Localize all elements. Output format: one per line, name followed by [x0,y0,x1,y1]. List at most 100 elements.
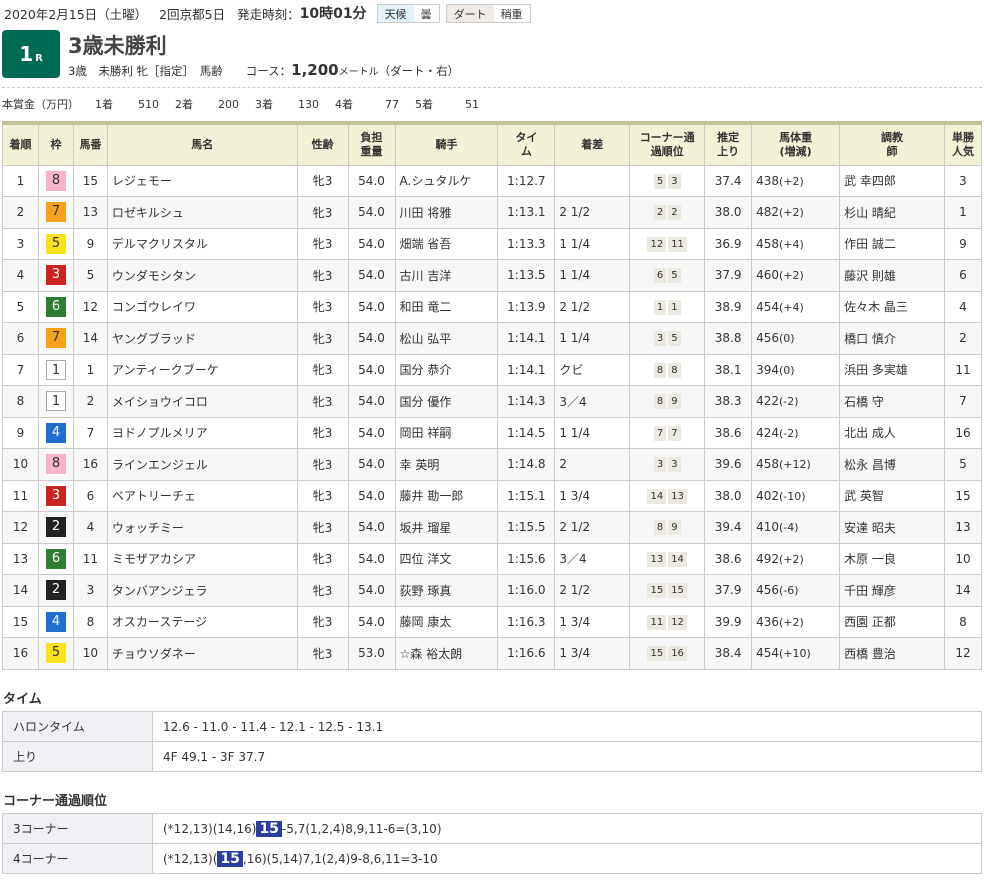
trainer[interactable]: 西園 正都 [839,605,945,638]
prize-label: 本賞金（万円） [2,98,79,111]
weight: 492 [756,551,780,566]
horse-name[interactable]: メイショウイコロ [106,385,298,418]
trainer[interactable]: 千田 輝彦 [839,574,945,607]
result-row[interactable]: 15 4 8 オスカーステージ 牝3 54.0 藤岡 康太 1:16.3 1 3… [2,605,983,638]
corner-4: 3 [668,173,681,189]
jockey[interactable]: 川田 将雅 [394,196,499,229]
jockey[interactable]: 幸 英明 [394,448,499,481]
horse-name[interactable]: オスカーステージ [106,605,298,638]
result-row[interactable]: 10 8 16 ラインエンジェル 牝3 54.0 幸 英明 1:14.8 2 3… [2,448,983,481]
race-time: 1:14.8 [497,448,556,481]
horse-name[interactable]: ベアトリーチェ [106,479,298,512]
result-row[interactable]: 1 8 15 レジェモー 牝3 54.0 A.シュタルケ 1:12.7 53 3… [2,164,983,197]
horse-name[interactable]: ロゼキルシュ [106,196,298,229]
trainer[interactable]: 北出 成人 [839,416,945,449]
margin: 2 1/2 [554,290,631,323]
frame-number: 6 [45,296,66,317]
weight: 460 [756,268,780,283]
jockey[interactable]: 藤井 勘一郎 [394,479,499,512]
result-row[interactable]: 7 1 1 アンティークブーケ 牝3 54.0 国分 恭介 1:14.1 クビ … [2,353,983,386]
horse-name[interactable]: タンバアンジェラ [106,574,298,607]
trainer[interactable]: 作田 誠二 [839,227,945,260]
trainer[interactable]: 木原 一良 [839,542,945,575]
frame-cell: 6 [37,290,74,323]
result-row[interactable]: 13 6 11 ミモザアカシア 牝3 54.0 四位 洋文 1:15.6 3／4… [2,542,983,575]
jockey[interactable]: 荻野 琢真 [394,574,499,607]
horse-number: 4 [72,511,108,544]
trainer[interactable]: 武 英智 [839,479,945,512]
result-row[interactable]: 2 7 13 ロゼキルシュ 牝3 54.0 川田 将雅 1:13.1 2 1/2… [2,196,983,229]
horse-number: 7 [72,416,108,449]
jockey[interactable]: A.シュタルケ [394,164,499,197]
jockey[interactable]: 四位 洋文 [394,542,499,575]
result-row[interactable]: 16 5 10 チョウソダネー 牝3 53.0 ☆森 裕太朗 1:16.6 1 … [2,637,983,670]
weight-carried: 54.0 [347,605,396,638]
frame-number: 1 [45,391,66,412]
popularity: 14 [943,574,983,607]
margin: 3／4 [554,542,631,575]
result-row[interactable]: 14 2 3 タンバアンジェラ 牝3 54.0 荻野 琢真 1:16.0 2 1… [2,574,983,607]
last-3f: 37.4 [704,164,753,197]
jockey[interactable]: 岡田 祥嗣 [394,416,499,449]
trainer[interactable]: 浜田 多実雄 [839,353,945,386]
horse-name[interactable]: アンティークブーケ [106,353,298,386]
jockey[interactable]: 古川 吉洋 [394,259,499,292]
jockey[interactable]: ☆森 裕太朗 [394,637,499,670]
jockey[interactable]: 藤岡 康太 [394,605,499,638]
corner-positions: 89 [629,511,706,544]
corner-3: 7 [653,425,667,441]
trainer[interactable]: 西橋 豊治 [839,637,945,670]
frame-cell: 2 [37,574,74,607]
horse-name[interactable]: ウンダモシタン [106,259,298,292]
trainer[interactable]: 佐々木 晶三 [839,290,945,323]
trainer[interactable]: 橋口 慎介 [839,322,945,355]
frame-number: 2 [45,580,66,601]
corner-positions: 65 [629,259,706,292]
weight: 438 [756,173,780,188]
jockey[interactable]: 国分 恭介 [394,353,499,386]
last-3f: 38.9 [704,290,753,323]
trainer[interactable]: 杉山 晴紀 [839,196,945,229]
trainer[interactable]: 石橋 守 [839,385,945,418]
result-row[interactable]: 6 7 14 ヤングブラッド 牝3 54.0 松山 弘平 1:14.1 1 1/… [2,322,983,355]
corner-4: 3 [668,457,681,473]
race-time: 1:16.3 [497,605,556,638]
result-row[interactable]: 11 3 6 ベアトリーチェ 牝3 54.0 藤井 勘一郎 1:15.1 1 3… [2,479,983,512]
result-row[interactable]: 9 4 7 ヨドノプルメリア 牝3 54.0 岡田 祥嗣 1:14.5 1 1/… [2,416,983,449]
weight-carried: 54.0 [347,416,396,449]
result-row[interactable]: 5 6 12 コンゴウレイワ 牝3 54.0 和田 竜二 1:13.9 2 1/… [2,290,983,323]
jockey[interactable]: 和田 竜二 [394,290,499,323]
horse-name[interactable]: デルマクリスタル [106,227,298,260]
weight-carried: 54.0 [347,542,396,575]
corner-4: 1 [668,299,681,315]
weight: 422 [756,394,780,409]
weight-change: (+4) [779,237,804,251]
horse-name[interactable]: コンゴウレイワ [106,290,298,323]
result-row[interactable]: 4 3 5 ウンダモシタン 牝3 54.0 古川 吉洋 1:13.5 1 1/4… [2,259,983,292]
horse-name[interactable]: ヨドノプルメリア [106,416,298,449]
trainer[interactable]: 安達 昭夫 [839,511,945,544]
trainer[interactable]: 武 幸四郎 [839,164,945,197]
column-header: 枠 [37,123,74,166]
result-row[interactable]: 3 5 9 デルマクリスタル 牝3 54.0 畑端 省吾 1:13.3 1 1/… [2,227,983,260]
horse-name[interactable]: ヤングブラッド [106,322,298,355]
weight-carried: 54.0 [347,290,396,323]
column-header: 推定上り [704,123,753,166]
horse-name[interactable]: ミモザアカシア [106,542,298,575]
time-table: ハロンタイム 12.6 - 11.0 - 11.4 - 12.1 - 12.5 -… [2,711,982,772]
horse-name[interactable]: チョウソダネー [106,637,298,670]
jockey[interactable]: 松山 弘平 [394,322,499,355]
jockey[interactable]: 畑端 省吾 [394,227,499,260]
horse-name[interactable]: ラインエンジェル [106,448,298,481]
trainer[interactable]: 松永 昌博 [839,448,945,481]
row-label: ハロンタイム [2,711,153,742]
jockey[interactable]: 坂井 瑠星 [394,511,499,544]
trainer[interactable]: 藤沢 則雄 [839,259,945,292]
result-row[interactable]: 12 2 4 ウォッチミー 牝3 54.0 坂井 瑠星 1:15.5 2 1/2… [2,511,983,544]
frame-number: 4 [45,611,66,632]
horse-name[interactable]: レジェモー [106,164,298,197]
jockey[interactable]: 国分 優作 [394,385,499,418]
horse-name[interactable]: ウォッチミー [106,511,298,544]
result-row[interactable]: 8 1 2 メイショウイコロ 牝3 54.0 国分 優作 1:14.3 3／4 … [2,385,983,418]
column-header: 騎手 [394,123,499,166]
